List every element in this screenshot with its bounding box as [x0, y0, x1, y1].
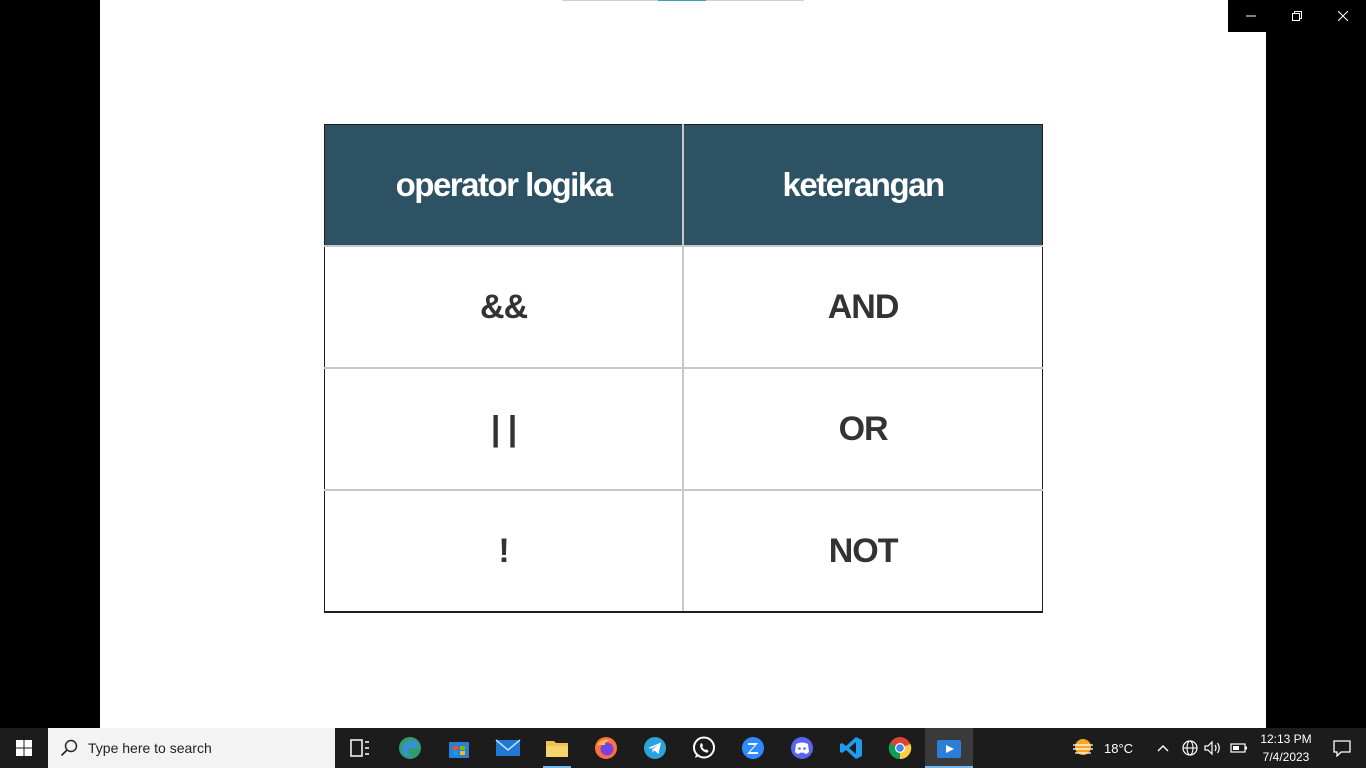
windows-logo-icon	[16, 740, 32, 756]
slide-progress-strip	[562, 0, 804, 1]
notification-center-button[interactable]	[1318, 728, 1366, 768]
edge-app[interactable]	[386, 728, 434, 768]
clock-date: 7/4/2023	[1262, 750, 1310, 764]
folder-icon	[546, 741, 568, 757]
media-player-app[interactable]	[925, 728, 973, 768]
telegram-app[interactable]	[631, 728, 679, 768]
notification-icon	[1333, 740, 1351, 757]
table-row: | | OR	[324, 367, 1044, 490]
mail-icon	[495, 739, 521, 756]
clock-time: 12:13 PM	[1260, 732, 1312, 746]
logic-operator-table: operator logika keterangan && AND | | OR…	[324, 124, 1044, 613]
vscode-app[interactable]	[827, 728, 875, 768]
zoom-icon	[742, 737, 764, 759]
battery-icon[interactable]	[1230, 742, 1248, 754]
whatsapp-app[interactable]	[680, 728, 728, 768]
media-player-icon	[937, 740, 961, 758]
chrome-icon	[888, 737, 912, 760]
weather-temperature: 18°C	[1104, 740, 1134, 756]
search-icon	[60, 739, 78, 757]
table-header-row: operator logika keterangan	[324, 124, 1044, 246]
discord-app[interactable]	[778, 728, 826, 768]
globe-network-icon[interactable]	[1182, 740, 1198, 756]
firefox-icon	[595, 737, 617, 759]
chrome-app[interactable]	[876, 728, 924, 768]
operator-cell: &&	[324, 245, 684, 368]
weather-widget[interactable]: 18°C	[1070, 728, 1133, 768]
table-row: ! NOT	[324, 489, 1044, 613]
minimize-icon	[1246, 15, 1256, 17]
description-cell: AND	[682, 245, 1044, 368]
speaker-volume-icon[interactable]	[1204, 740, 1222, 756]
firefox-app[interactable]	[582, 728, 630, 768]
weather-sun-icon	[1073, 739, 1093, 755]
discord-icon	[791, 737, 813, 759]
microsoft-store-app[interactable]	[435, 728, 483, 768]
restore-icon	[1292, 11, 1302, 21]
taskbar-search-box[interactable]: Type here to search	[48, 728, 335, 768]
chevron-up-icon[interactable]	[1156, 743, 1170, 753]
task-view-button[interactable]	[336, 728, 384, 768]
window-controls	[1228, 0, 1366, 32]
close-icon	[1338, 11, 1348, 21]
start-button[interactable]	[0, 728, 48, 768]
description-cell: OR	[682, 367, 1044, 490]
store-icon	[449, 742, 469, 758]
operator-cell: !	[324, 489, 684, 613]
restore-button[interactable]	[1274, 0, 1320, 32]
slide-progress-mark	[658, 0, 706, 1]
presentation-slide: operator logika keterangan && AND | | OR…	[100, 0, 1266, 728]
zoom-app[interactable]	[729, 728, 777, 768]
whatsapp-icon	[693, 736, 715, 759]
vscode-icon	[840, 737, 862, 759]
taskbar: Type here to search 18°C 12:13 PM 7/4/20…	[0, 728, 1366, 768]
mail-app[interactable]	[484, 728, 532, 768]
task-view-icon	[350, 739, 369, 757]
table-row: && AND	[324, 245, 1044, 368]
search-placeholder: Type here to search	[88, 740, 212, 756]
header-operator: operator logika	[324, 124, 684, 246]
minimize-button[interactable]	[1228, 0, 1274, 32]
edge-icon	[399, 737, 421, 759]
description-cell: NOT	[682, 489, 1044, 613]
telegram-icon	[644, 737, 666, 759]
operator-cell: | |	[324, 367, 684, 490]
close-button[interactable]	[1320, 0, 1366, 32]
system-tray-icons	[1156, 728, 1248, 768]
taskbar-clock[interactable]: 12:13 PM 7/4/2023	[1256, 730, 1316, 766]
header-description: keterangan	[682, 124, 1044, 246]
file-explorer-app[interactable]	[533, 728, 581, 768]
